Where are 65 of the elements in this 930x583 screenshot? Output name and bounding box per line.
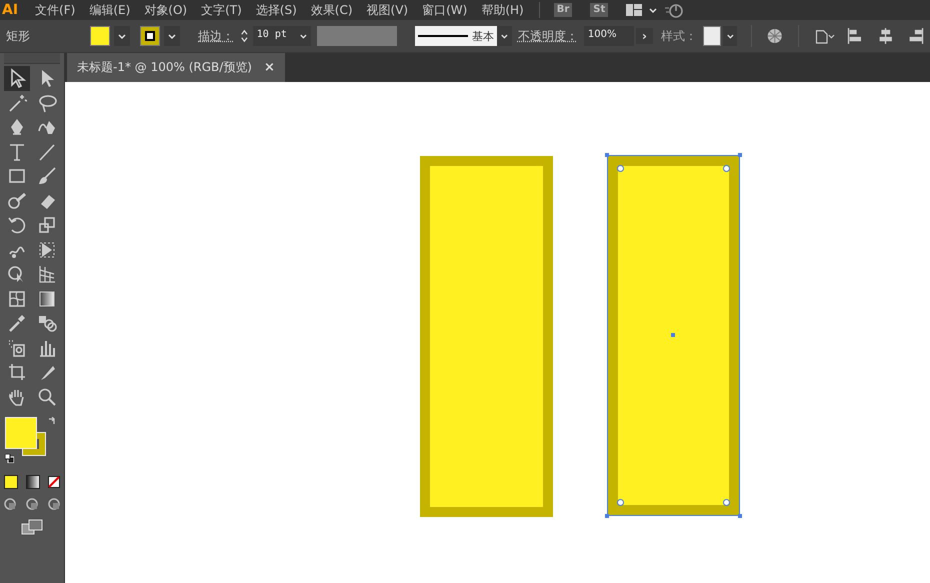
menu-item[interactable]: 文字(T) <box>194 2 249 18</box>
tool-button[interactable] <box>4 66 30 90</box>
caret-icon[interactable] <box>114 26 130 46</box>
screen-mode-icon[interactable] <box>21 519 43 535</box>
stepper-icon[interactable] <box>240 28 249 44</box>
default-colors-icon[interactable] <box>5 454 14 463</box>
mesh-icon <box>7 288 27 309</box>
panel-grip[interactable] <box>4 53 60 64</box>
swap-arrow-icon[interactable] <box>47 417 57 427</box>
draw-normal-icon[interactable] <box>3 497 17 511</box>
align-center-icon[interactable] <box>876 26 894 46</box>
fill-stroke-drawing[interactable] <box>5 417 47 457</box>
stroke-line-icon <box>418 33 468 39</box>
globe-icon[interactable] <box>766 26 784 46</box>
rectangle[interactable] <box>607 155 740 516</box>
stroke-swatch[interactable] <box>140 26 160 46</box>
scale-icon <box>37 215 57 236</box>
menu-item[interactable]: 选择(S) <box>248 2 304 18</box>
perspective-grid-icon <box>37 264 57 284</box>
search-icon <box>37 386 57 407</box>
style-label: 样式： <box>660 28 697 44</box>
rotate-icon <box>7 215 27 236</box>
menu-item[interactable]: 窗口(W) <box>415 2 474 18</box>
draw-behind-icon[interactable] <box>25 497 39 511</box>
fill-swatch[interactable] <box>90 26 110 46</box>
menu-item[interactable]: 效果(C) <box>304 2 360 18</box>
wand-icon <box>7 92 27 113</box>
text-t-icon <box>7 142 27 162</box>
stroke-weight-field[interactable]: 10 pt <box>252 26 296 46</box>
brush-definition-label: 基本 <box>472 28 494 44</box>
none-mode-icon[interactable] <box>48 476 60 488</box>
caret-icon[interactable] <box>722 26 738 46</box>
caret-icon[interactable] <box>497 26 512 46</box>
gradient-mode-button[interactable] <box>26 475 40 489</box>
menu-item[interactable]: 视图(V) <box>360 2 416 18</box>
color-mode-button[interactable] <box>4 475 18 489</box>
layout-icon[interactable] <box>626 4 642 16</box>
free-transform-icon <box>37 240 57 260</box>
menu-item[interactable]: 帮助(H) <box>474 2 531 18</box>
graphic-style-swatch[interactable] <box>702 26 721 46</box>
menu-item[interactable]: 对象(O) <box>137 2 194 18</box>
align-right-icon[interactable] <box>906 26 924 46</box>
brush-icon <box>37 166 57 186</box>
opacity-field[interactable]: 100% <box>584 26 634 46</box>
caret-icon[interactable] <box>164 26 180 46</box>
app-badge[interactable]: Br <box>554 3 572 17</box>
stroke-link[interactable]: 描边： <box>198 28 234 44</box>
opacity-arrow-button[interactable]: › <box>636 28 653 44</box>
lasso-icon <box>37 92 57 113</box>
gradient-icon <box>37 288 57 309</box>
blend-icon <box>37 313 57 334</box>
document-tab[interactable]: 未标题-1* @ 100% (RGB/预览) × <box>67 53 285 82</box>
menu-item[interactable]: 文件(F) <box>28 2 82 18</box>
draw-inside-icon[interactable] <box>47 497 61 511</box>
line-icon <box>37 142 57 162</box>
opacity-link[interactable]: 不透明度： <box>518 28 578 44</box>
app-badge[interactable]: St <box>590 3 608 17</box>
tab-title: 未标题-1* @ 100% (RGB/预览) <box>77 59 252 76</box>
eyedropper-icon <box>7 313 27 334</box>
object-type-label: 矩形 <box>6 28 30 44</box>
menu-item[interactable]: 编辑(E) <box>82 2 138 18</box>
close-button[interactable]: × <box>264 60 275 75</box>
app-logo: AI <box>2 2 18 18</box>
artboard-icon <box>7 362 27 382</box>
caret-icon[interactable] <box>296 26 311 46</box>
